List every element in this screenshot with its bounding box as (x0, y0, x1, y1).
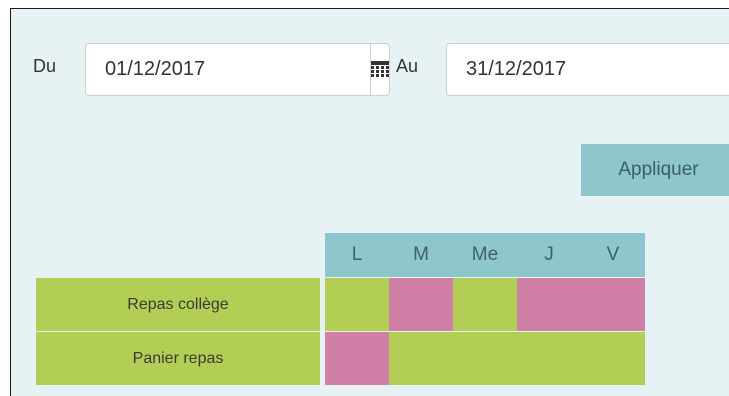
schedule-cell[interactable] (325, 332, 389, 385)
schedule-cell[interactable] (325, 278, 389, 331)
day-header-tuesday: M (389, 233, 453, 277)
attendance-panel: Du Au (10, 8, 729, 396)
day-header-friday: V (581, 233, 645, 277)
to-date-input[interactable] (446, 43, 729, 96)
day-header-monday: L (325, 233, 389, 277)
from-date-group (85, 43, 390, 96)
from-date-label: Du (33, 56, 57, 76)
to-date-label: Au (396, 56, 419, 76)
day-header-wednesday: Me (453, 233, 517, 277)
from-date-calendar-button[interactable] (370, 43, 390, 96)
schedule-cell[interactable] (453, 278, 517, 331)
day-header-thursday: J (517, 233, 581, 277)
to-date-group (446, 43, 729, 96)
calendar-icon (371, 61, 389, 77)
row-label-panier-repas: Panier repas (36, 332, 320, 385)
schedule-cell[interactable] (581, 332, 645, 385)
schedule-cell[interactable] (389, 332, 453, 385)
schedule-cell[interactable] (581, 278, 645, 331)
apply-button[interactable]: Appliquer (581, 144, 729, 196)
schedule-cell[interactable] (517, 332, 581, 385)
schedule-cell[interactable] (389, 278, 453, 331)
schedule-cell[interactable] (453, 332, 517, 385)
from-date-input[interactable] (85, 43, 370, 96)
schedule-cell[interactable] (517, 278, 581, 331)
row-label-repas-college: Repas collège (36, 278, 320, 331)
